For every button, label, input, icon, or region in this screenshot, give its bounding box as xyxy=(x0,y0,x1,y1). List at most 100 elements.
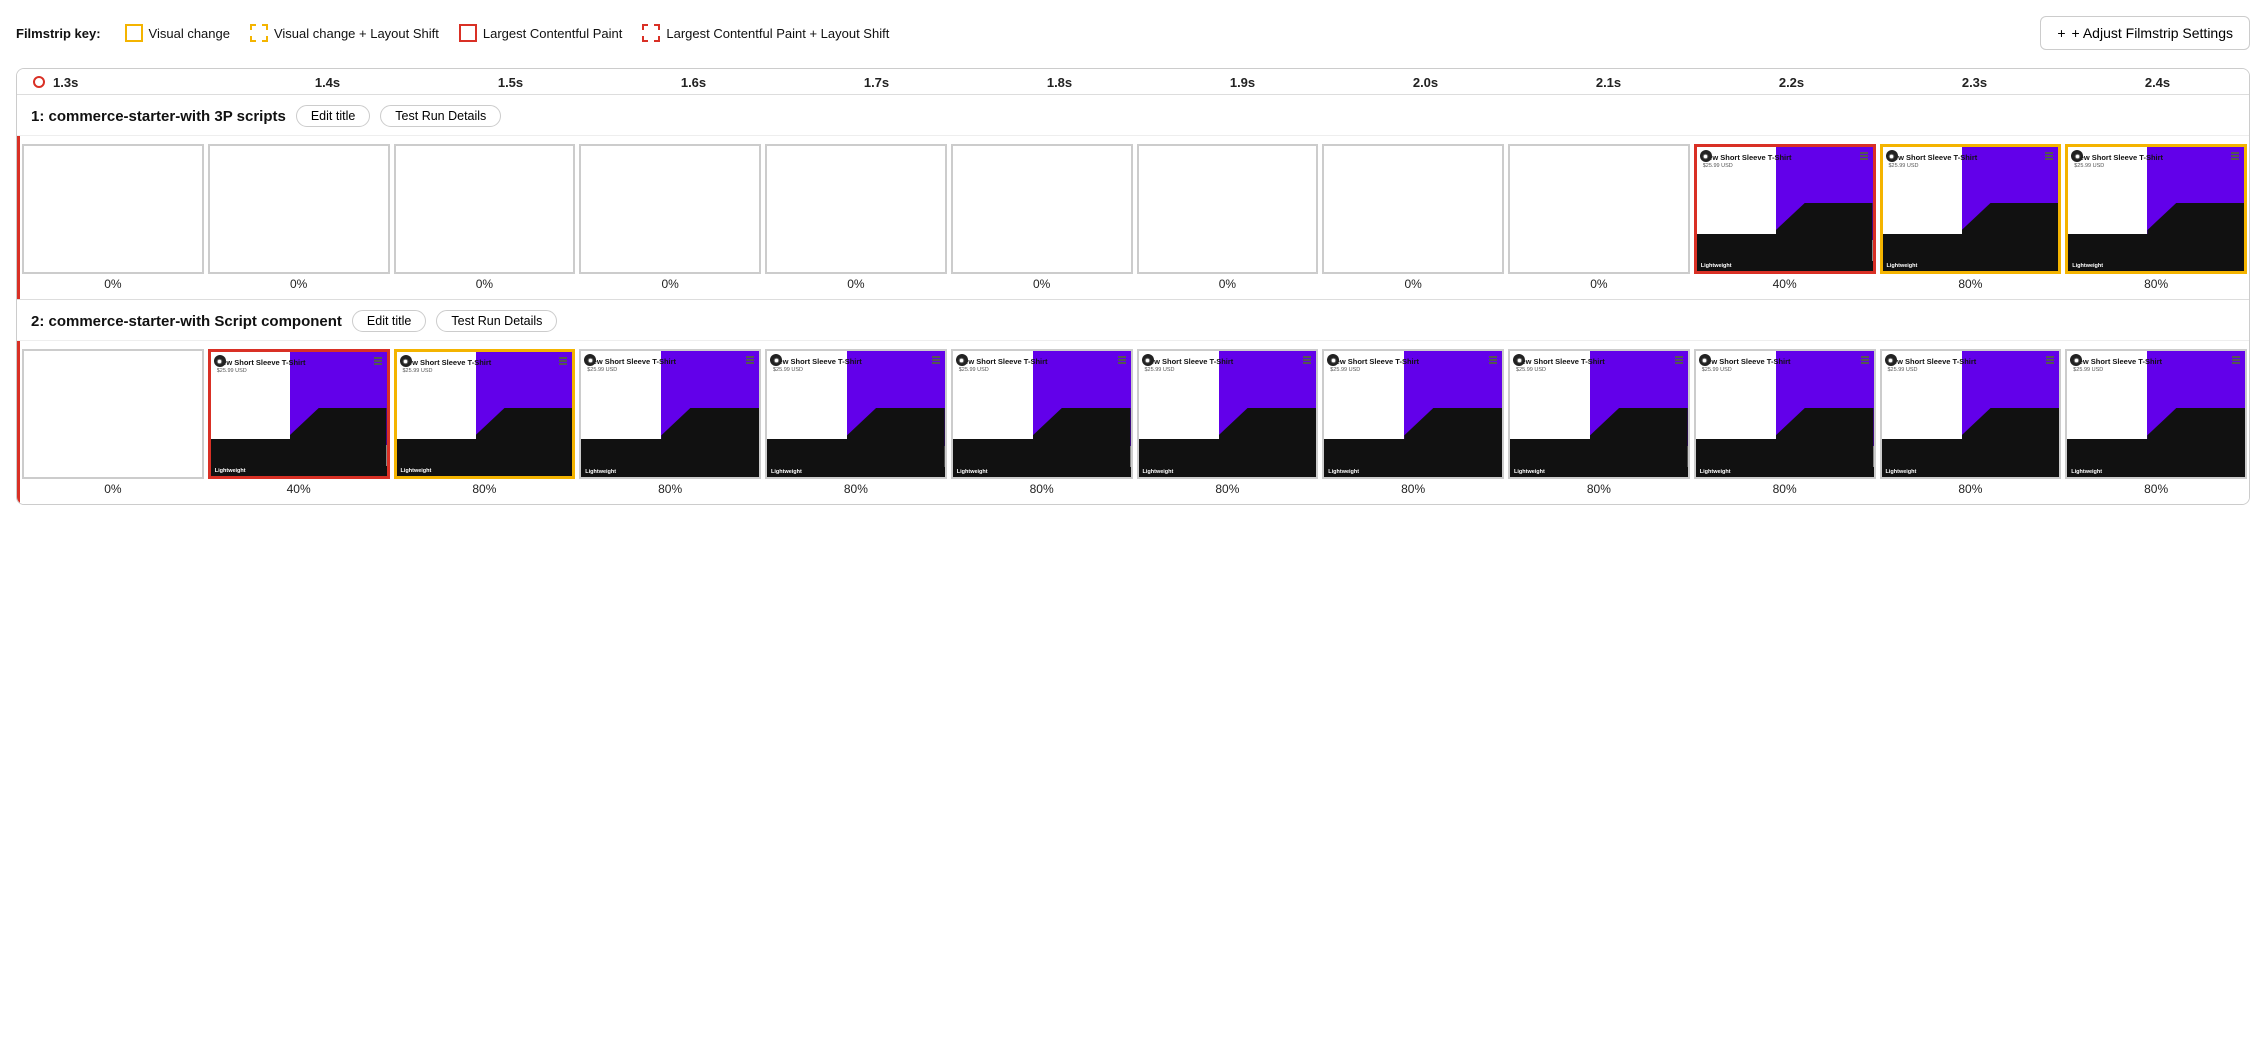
frame-camera-icon xyxy=(1142,354,1154,366)
row-title-2: 2: commerce-starter-with Script componen… xyxy=(31,313,342,330)
lightweight-bar: Lightweight xyxy=(1697,261,1873,271)
frame-icon-row xyxy=(2071,150,2241,162)
timeline-tick-1.6s: 1.6s xyxy=(602,75,785,90)
frame-pct-r1-f7: 0% xyxy=(1219,277,1236,291)
legend-lcp-icon xyxy=(459,24,477,42)
shirt-content: New Short Sleeve T-Shirt $25.99 USD Ligh… xyxy=(767,351,945,477)
lightweight-bar: Lightweight xyxy=(767,467,945,477)
adjust-filmstrip-plus-icon: + xyxy=(2057,25,2065,41)
adjust-filmstrip-button[interactable]: + + Adjust Filmstrip Settings xyxy=(2040,16,2250,50)
frame-camera-icon xyxy=(1885,354,1897,366)
frame-icon-row xyxy=(1886,150,2056,162)
frame-menu-icon xyxy=(1487,354,1499,366)
frame-cell-r2-f6: New Short Sleeve T-Shirt $25.99 USD Ligh… xyxy=(949,349,1135,500)
frame-cell-r2-f5: New Short Sleeve T-Shirt $25.99 USD Ligh… xyxy=(763,349,949,500)
legend-lcp-text: Largest Contentful Paint xyxy=(483,26,622,41)
frames-row-2: 0% New Short Sleeve T-Shirt $25.99 USD L… xyxy=(17,341,2249,504)
shirt-price: $25.99 USD xyxy=(1889,163,1980,170)
frame-pct-r2-f12: 80% xyxy=(2144,482,2168,496)
row-header-1: 1: commerce-starter-with 3P scripts Edit… xyxy=(17,95,2249,136)
frame-icon-row xyxy=(1142,354,1314,366)
frame-cell-r2-f8: New Short Sleeve T-Shirt $25.99 USD Ligh… xyxy=(1320,349,1506,500)
frame-camera-icon xyxy=(956,354,968,366)
shirt-content: New Short Sleeve T-Shirt $25.99 USD Ligh… xyxy=(2068,147,2244,271)
edit-title-button-2[interactable]: Edit title xyxy=(352,310,426,332)
timeline-tick-1.3s: 1.3s xyxy=(47,75,236,90)
timeline-tick-1.5s: 1.5s xyxy=(419,75,602,90)
frame-cell-r1-f10: New Short Sleeve T-Shirt $25.99 USD Ligh… xyxy=(1692,144,1878,295)
frame-pct-r1-f12: 80% xyxy=(2144,277,2168,291)
shirt-content: New Short Sleeve T-Shirt $25.99 USD Ligh… xyxy=(2067,351,2245,477)
frame-thumb-shirt: New Short Sleeve T-Shirt $25.99 USD Ligh… xyxy=(1694,349,1876,479)
frame-cell-r1-f2: 0% xyxy=(206,144,392,295)
shirt-price: $25.99 USD xyxy=(959,367,1051,374)
legend-lcp: Largest Contentful Paint xyxy=(459,24,622,42)
frame-menu-icon xyxy=(744,354,756,366)
frame-thumb-empty xyxy=(765,144,947,274)
frame-camera-icon xyxy=(2071,150,2083,162)
shirt-price: $25.99 USD xyxy=(1516,367,1608,374)
frame-camera-icon xyxy=(770,354,782,366)
frame-camera-icon xyxy=(1699,354,1711,366)
frame-cell-r2-f2: New Short Sleeve T-Shirt $25.99 USD Ligh… xyxy=(206,349,392,500)
frame-pct-r1-f1: 0% xyxy=(104,277,121,291)
frame-pct-r2-f6: 80% xyxy=(1030,482,1054,496)
frame-thumb-shirt: New Short Sleeve T-Shirt $25.99 USD Ligh… xyxy=(1694,144,1876,274)
filmstrip-key-label: Filmstrip key: xyxy=(16,26,101,41)
timeline-header: 1.3s1.4s1.5s1.6s1.7s1.8s1.9s2.0s2.1s2.2s… xyxy=(17,69,2249,95)
frame-cell-r1-f11: New Short Sleeve T-Shirt $25.99 USD Ligh… xyxy=(1878,144,2064,295)
frame-cell-r1-f1: 0% xyxy=(20,144,206,295)
frame-icon-row xyxy=(1700,150,1870,162)
frame-cell-r1-f12: New Short Sleeve T-Shirt $25.99 USD Ligh… xyxy=(2063,144,2249,295)
frame-icon-row xyxy=(1885,354,2057,366)
frame-thumb-shirt: New Short Sleeve T-Shirt $25.99 USD Ligh… xyxy=(394,349,576,479)
frame-pct-r2-f5: 80% xyxy=(844,482,868,496)
filmstrip-container: 1.3s1.4s1.5s1.6s1.7s1.8s1.9s2.0s2.1s2.2s… xyxy=(16,68,2250,505)
timeline-ticks: 1.3s1.4s1.5s1.6s1.7s1.8s1.9s2.0s2.1s2.2s… xyxy=(17,75,2249,90)
frame-icon-row xyxy=(770,354,942,366)
shirt-price: $25.99 USD xyxy=(1703,163,1794,170)
edit-title-button-1[interactable]: Edit title xyxy=(296,105,370,127)
timeline-tick-2.0s: 2.0s xyxy=(1334,75,1517,90)
frame-cell-r1-f9: 0% xyxy=(1506,144,1692,295)
shirt-price: $25.99 USD xyxy=(2073,367,2165,374)
frame-thumb-shirt: New Short Sleeve T-Shirt $25.99 USD Ligh… xyxy=(1880,349,2062,479)
frame-icon-row xyxy=(1327,354,1499,366)
frame-thumb-shirt: New Short Sleeve T-Shirt $25.99 USD Ligh… xyxy=(2065,144,2247,274)
adjust-filmstrip-label: + Adjust Filmstrip Settings xyxy=(2072,25,2233,41)
frame-pct-r1-f4: 0% xyxy=(661,277,678,291)
frame-cell-r1-f8: 0% xyxy=(1320,144,1506,295)
legend-lcp-layout-shift-text: Largest Contentful Paint + Layout Shift xyxy=(666,26,889,41)
frame-pct-r1-f2: 0% xyxy=(290,277,307,291)
shirt-price: $25.99 USD xyxy=(1145,367,1237,374)
frame-menu-icon xyxy=(557,355,569,367)
row-section-1: 1: commerce-starter-with 3P scripts Edit… xyxy=(17,95,2249,300)
shirt-price: $25.99 USD xyxy=(1330,367,1422,374)
frame-camera-icon xyxy=(214,355,226,367)
frame-menu-icon xyxy=(2229,150,2241,162)
frame-icon-row xyxy=(400,355,570,367)
lightweight-bar: Lightweight xyxy=(2068,261,2244,271)
timeline-tick-1.9s: 1.9s xyxy=(1151,75,1334,90)
timeline-tick-1.8s: 1.8s xyxy=(968,75,1151,90)
lightweight-bar: Lightweight xyxy=(211,466,387,476)
frame-camera-icon xyxy=(1700,150,1712,162)
test-run-details-button-2[interactable]: Test Run Details xyxy=(436,310,557,332)
legend-visual-change-layout-shift: Visual change + Layout Shift xyxy=(250,24,439,42)
frame-pct-r1-f8: 0% xyxy=(1404,277,1421,291)
frame-menu-icon xyxy=(1301,354,1313,366)
lightweight-bar: Lightweight xyxy=(581,467,759,477)
frame-cell-r1-f5: 0% xyxy=(763,144,949,295)
timeline-tick-2.2s: 2.2s xyxy=(1700,75,1883,90)
row-title-1: 1: commerce-starter-with 3P scripts xyxy=(31,108,286,125)
lightweight-bar: Lightweight xyxy=(1324,467,1502,477)
frame-pct-r2-f4: 80% xyxy=(658,482,682,496)
shirt-content: New Short Sleeve T-Shirt $25.99 USD Ligh… xyxy=(1883,147,2059,271)
test-run-details-button-1[interactable]: Test Run Details xyxy=(380,105,501,127)
frame-menu-icon xyxy=(2044,354,2056,366)
shirt-price: $25.99 USD xyxy=(1888,367,1980,374)
frame-thumb-shirt: New Short Sleeve T-Shirt $25.99 USD Ligh… xyxy=(951,349,1133,479)
frame-cell-r2-f9: New Short Sleeve T-Shirt $25.99 USD Ligh… xyxy=(1506,349,1692,500)
row-header-2: 2: commerce-starter-with Script componen… xyxy=(17,300,2249,341)
frame-thumb-shirt: New Short Sleeve T-Shirt $25.99 USD Ligh… xyxy=(1880,144,2062,274)
